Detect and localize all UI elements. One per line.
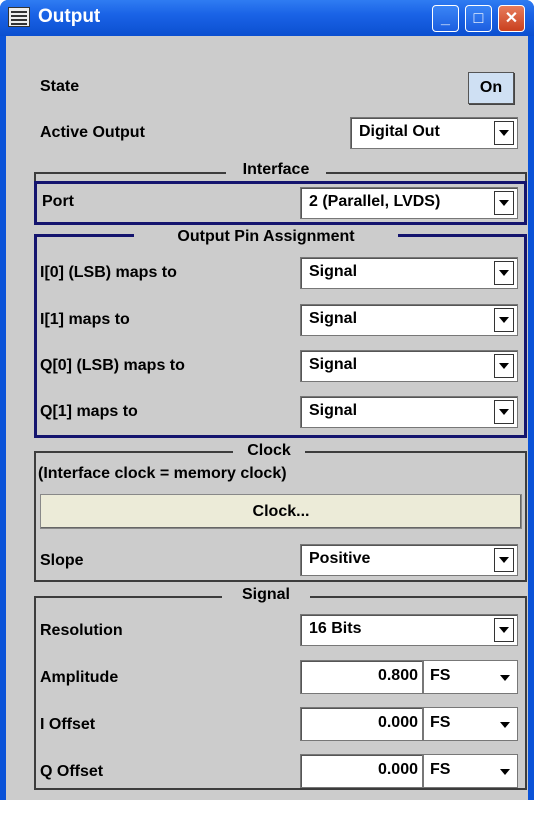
state-label: State <box>40 78 80 95</box>
amplitude-label: Amplitude <box>40 669 119 686</box>
port-label: Port <box>42 193 74 210</box>
pin-row-label: Q[0] (LSB) maps to <box>40 357 185 374</box>
window-icon <box>8 7 30 27</box>
resolution-value: 16 Bits <box>309 620 362 637</box>
slope-label: Slope <box>40 552 84 569</box>
pin-row-select[interactable]: Signal <box>300 350 518 382</box>
q-offset-label: Q Offset <box>40 763 104 780</box>
active-output-value: Digital Out <box>359 123 440 140</box>
chevron-down-icon[interactable] <box>494 354 514 378</box>
i-offset-input[interactable]: 0.000 <box>300 707 423 741</box>
chevron-down-icon[interactable] <box>497 760 513 782</box>
amplitude-unit: FS <box>430 667 451 684</box>
q-offset-input[interactable]: 0.000 <box>300 754 423 788</box>
close-button[interactable]: ✕ <box>498 5 525 32</box>
amplitude-input[interactable]: 0.800 <box>300 660 423 694</box>
clock-button[interactable]: Clock... <box>40 494 522 529</box>
pin-row-value: Signal <box>309 310 358 327</box>
state-on-button[interactable]: On <box>468 72 514 104</box>
active-output-label: Active Output <box>40 124 145 141</box>
amplitude-unit-select[interactable]: FS <box>423 660 518 694</box>
pin-row-label: Q[1] maps to <box>40 403 138 420</box>
minimize-button[interactable]: _ <box>432 5 459 32</box>
pin-row-select[interactable]: Signal <box>300 257 518 289</box>
q-offset-unit-select[interactable]: FS <box>423 754 518 788</box>
port-value: 2 (Parallel, LVDS) <box>309 193 441 210</box>
chevron-down-icon[interactable] <box>494 121 514 145</box>
pin-assignment-legend: Output Pin Assignment <box>134 228 398 246</box>
chevron-down-icon[interactable] <box>497 713 513 735</box>
signal-legend: Signal <box>222 586 310 604</box>
i-offset-unit: FS <box>430 714 451 731</box>
chevron-down-icon[interactable] <box>494 618 514 642</box>
pin-row-label: I[1] maps to <box>40 311 130 328</box>
background-strip <box>0 800 534 818</box>
chevron-down-icon[interactable] <box>494 261 514 285</box>
window-title: Output <box>38 6 101 27</box>
chevron-down-icon[interactable] <box>497 666 513 688</box>
pin-row-value: Signal <box>309 402 358 419</box>
maximize-button[interactable]: □ <box>465 5 492 32</box>
pin-row-select[interactable]: Signal <box>300 396 518 428</box>
interface-legend: Interface <box>226 161 326 179</box>
title-bar[interactable]: Output _ □ ✕ <box>0 0 534 36</box>
pin-row-select[interactable]: Signal <box>300 304 518 336</box>
port-select[interactable]: 2 (Parallel, LVDS) <box>300 187 518 219</box>
pin-row-label: I[0] (LSB) maps to <box>40 264 177 281</box>
clock-note: (Interface clock = memory clock) <box>38 465 287 482</box>
q-offset-unit: FS <box>430 761 451 778</box>
chevron-down-icon[interactable] <box>494 191 514 215</box>
resolution-label: Resolution <box>40 622 123 639</box>
slope-value: Positive <box>309 550 371 567</box>
chevron-down-icon[interactable] <box>494 548 514 572</box>
pin-row-value: Signal <box>309 356 358 373</box>
i-offset-label: I Offset <box>40 716 96 733</box>
chevron-down-icon[interactable] <box>494 308 514 332</box>
i-offset-unit-select[interactable]: FS <box>423 707 518 741</box>
resolution-select[interactable]: 16 Bits <box>300 614 518 646</box>
pin-row-value: Signal <box>309 263 358 280</box>
chevron-down-icon[interactable] <box>494 400 514 424</box>
active-output-select[interactable]: Digital Out <box>350 117 518 149</box>
slope-select[interactable]: Positive <box>300 544 518 576</box>
clock-legend: Clock <box>233 442 305 460</box>
